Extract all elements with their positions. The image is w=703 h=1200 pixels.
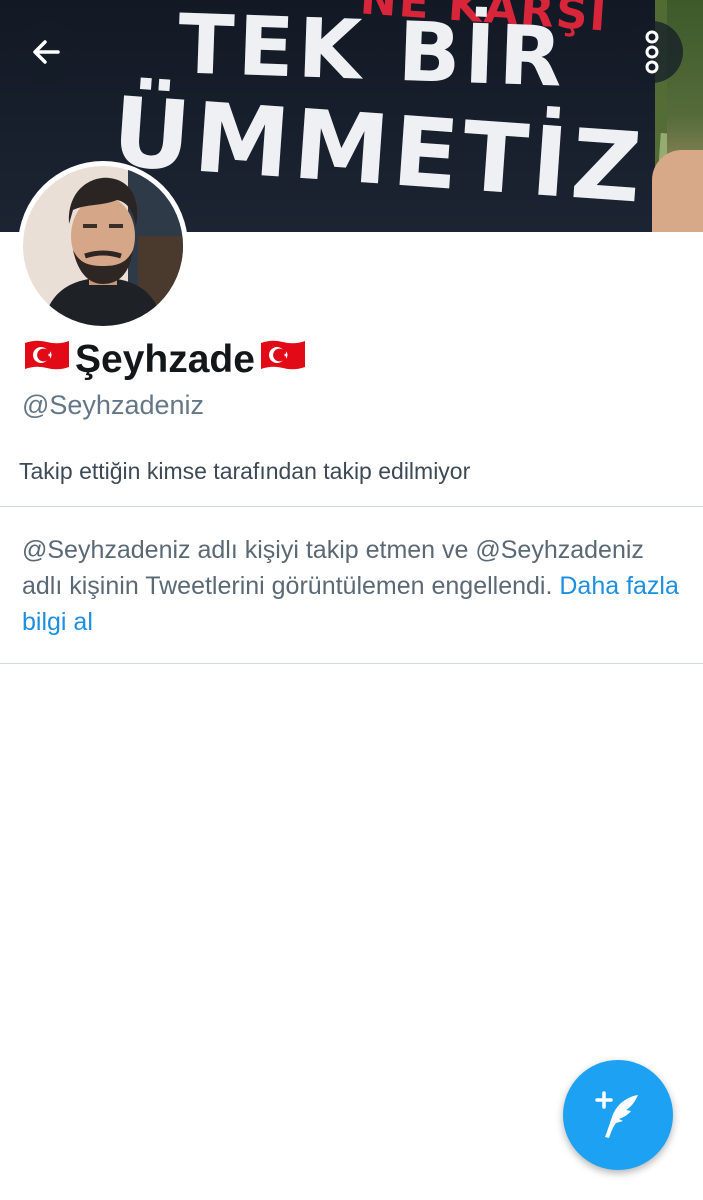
more-options-button[interactable]	[621, 21, 683, 83]
followed-by-context: Takip ettiğin kimse tarafından takip edi…	[19, 458, 471, 484]
section-divider	[0, 663, 703, 664]
display-name-text: Şeyhzade	[75, 338, 255, 381]
profile-handle: @Seyhzadeniz	[22, 390, 205, 420]
back-button[interactable]	[15, 21, 77, 83]
compose-tweet-icon	[595, 1091, 638, 1138]
turkish-flag-icon	[22, 337, 72, 383]
arrow-left-icon	[33, 40, 60, 64]
turkish-flag-icon	[258, 337, 308, 383]
vertical-ellipsis-icon	[645, 30, 659, 74]
section-divider	[0, 506, 703, 507]
compose-tweet-button[interactable]	[563, 1060, 673, 1170]
profile-display-name: Şeyhzade	[22, 334, 308, 386]
banner-hand	[652, 150, 703, 232]
blocked-notice-text: @Seyhzadeniz adlı kişiyi takip etmen ve …	[22, 536, 644, 600]
blocked-notice: @Seyhzadeniz adlı kişiyi takip etmen ve …	[22, 532, 682, 640]
avatar[interactable]	[18, 161, 188, 331]
avatar-image	[23, 166, 183, 326]
